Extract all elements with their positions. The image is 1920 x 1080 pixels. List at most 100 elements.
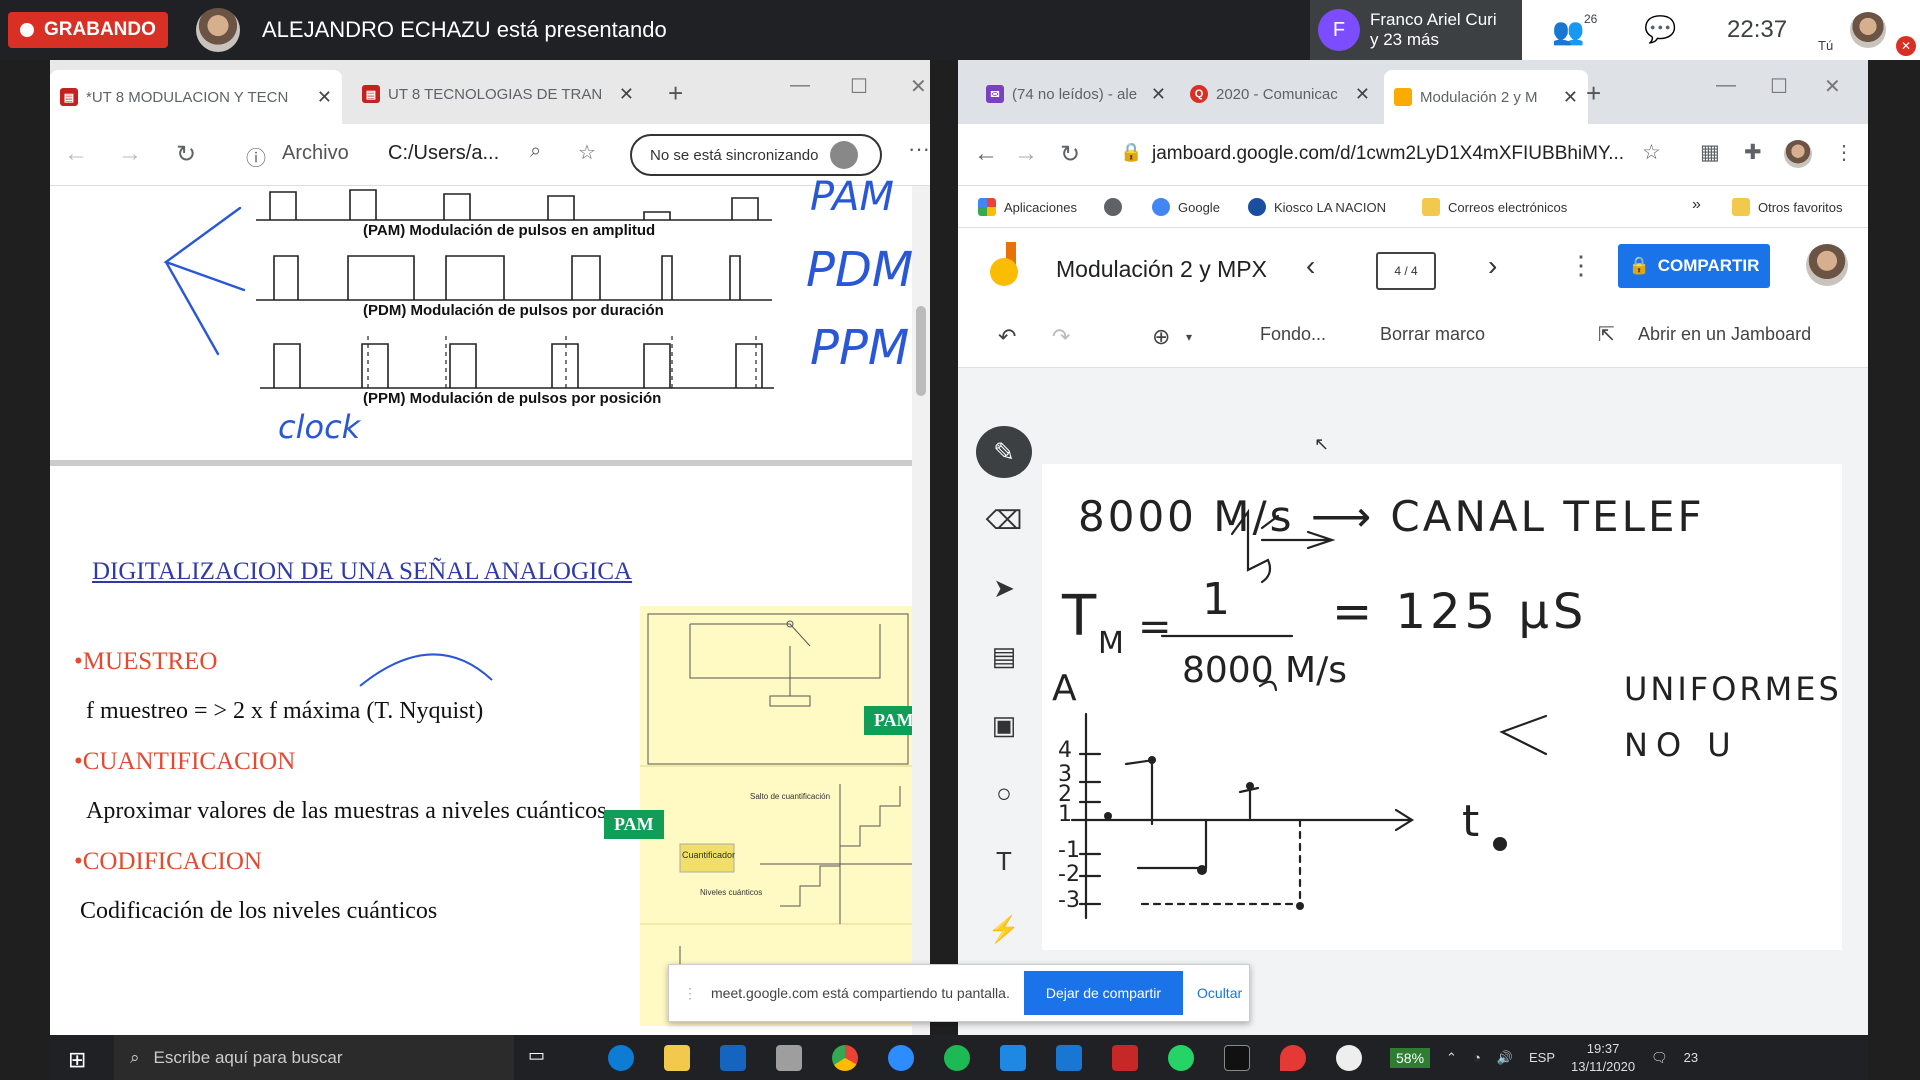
bookmark-otros[interactable]: Otros favoritos (1732, 198, 1843, 216)
close-icon[interactable]: ✕ (317, 87, 332, 108)
terminal-app-icon[interactable] (1224, 1045, 1250, 1071)
chrome-app-icon[interactable] (832, 1045, 858, 1071)
participant-chip[interactable]: F Franco Ariel Curi y 23 más (1310, 0, 1522, 60)
sticky-note-tool-icon[interactable]: ▤ (976, 631, 1032, 683)
task-view-icon[interactable]: ▭ (528, 1045, 554, 1071)
lang-indicator[interactable]: ESP (1529, 1050, 1555, 1065)
bookmark-apps[interactable]: Aplicaciones (978, 198, 1077, 216)
close-icon[interactable]: ✕ (619, 84, 634, 105)
edge-tab-ut8-tecnologias[interactable]: ▤ UT 8 TECNOLOGIAS DE TRAN ✕ (352, 74, 644, 114)
self-avatar[interactable] (1850, 12, 1886, 48)
network-icon[interactable]: ◔ (1473, 1050, 1481, 1065)
star-icon[interactable]: ☆ (1642, 140, 1661, 165)
new-tab-icon[interactable]: + (1586, 78, 1601, 109)
refresh-icon[interactable]: ↻ (176, 140, 196, 169)
chevron-up-icon[interactable]: ⌃ (1446, 1050, 1457, 1066)
file-explorer-icon[interactable] (664, 1045, 690, 1071)
more-icon[interactable]: ··· (908, 136, 930, 162)
laser-tool-icon[interactable]: ⚡ (976, 904, 1032, 956)
bookmark-kiosco[interactable]: Kiosco LA NACION (1248, 198, 1386, 216)
back-icon[interactable]: ← (974, 140, 998, 168)
select-tool-icon[interactable]: ➤ (976, 563, 1032, 615)
undo-icon[interactable]: ↶ (998, 324, 1016, 350)
edge-tab-ut8-modulacion[interactable]: ▤ *UT 8 MODULACION Y TECN ✕ (50, 70, 342, 124)
stop-sharing-button[interactable]: Dejar de compartir (1023, 971, 1184, 1015)
jam-title[interactable]: Modulación 2 y MPX (1056, 256, 1267, 283)
minimize-icon[interactable]: — (1716, 74, 1736, 97)
chrome-tab-jamboard[interactable]: Modulación 2 y M ✕ (1384, 70, 1588, 124)
forward-icon[interactable]: → (118, 140, 142, 168)
scrollbar[interactable] (912, 186, 930, 1035)
app-icon[interactable] (776, 1045, 802, 1071)
whatsapp-app-icon[interactable] (1168, 1045, 1194, 1071)
frame-indicator[interactable]: 4 / 4 (1376, 252, 1436, 290)
drag-handle-icon[interactable]: ⋮ (683, 985, 697, 1002)
redo-icon[interactable]: ↷ (1052, 324, 1070, 350)
extensions-icon[interactable]: ✚ (1744, 140, 1762, 165)
mail-app-icon[interactable] (1056, 1045, 1082, 1071)
taskbar-search-box[interactable]: ⌕ Escribe aquí para buscar (114, 1035, 514, 1080)
refresh-icon[interactable]: ↻ (1060, 140, 1080, 169)
bookmark-google[interactable]: Google (1152, 198, 1220, 216)
share-button[interactable]: 🔒 COMPARTIR (1618, 244, 1770, 288)
more-vert-icon[interactable]: ⋮ (1568, 250, 1594, 281)
maximize-icon[interactable]: ☐ (1770, 74, 1788, 99)
star-icon[interactable]: ☆ (578, 140, 596, 165)
battery-indicator[interactable]: 58% (1390, 1047, 1431, 1068)
jamboard-frame[interactable]: 8000 M/s ⟶ CANAL TELEF T M = 1 8000 M/s … (1042, 464, 1842, 950)
minimize-icon[interactable]: — (790, 74, 810, 97)
info-icon[interactable]: ⓘ (246, 142, 266, 171)
prev-frame-icon[interactable]: ‹ (1306, 250, 1315, 282)
edge-app-icon[interactable] (608, 1045, 634, 1071)
chrome-tab-comunicaciones[interactable]: Q 2020 - Comunicac ✕ (1180, 74, 1380, 114)
bookmark-correos[interactable]: Correos electrónicos (1422, 198, 1567, 216)
maximize-icon[interactable]: ☐ (850, 74, 868, 99)
eraser-tool-icon[interactable]: ⌫ (976, 494, 1032, 546)
next-frame-icon[interactable]: › (1488, 250, 1497, 282)
user-avatar[interactable] (1806, 244, 1848, 286)
windows-start-icon[interactable]: ⊞ (68, 1047, 86, 1073)
hide-button[interactable]: Ocultar (1197, 985, 1242, 1001)
outlook-app-icon[interactable] (720, 1045, 746, 1071)
image-tool-icon[interactable]: ▣ (976, 699, 1032, 751)
drop-app-icon[interactable] (1280, 1045, 1306, 1071)
profile-avatar[interactable] (1784, 140, 1812, 168)
zoom-dropdown-icon[interactable]: ▾ (1186, 330, 1192, 344)
people-icon[interactable]: 👥 (1552, 16, 1584, 47)
zoom-icon[interactable]: ⌕ (530, 140, 541, 163)
filezilla-app-icon[interactable] (1112, 1045, 1138, 1071)
zoom-app-icon[interactable] (888, 1045, 914, 1071)
chevron-more-icon[interactable]: » (1692, 196, 1701, 214)
more-vert-icon[interactable]: ⋮ (1834, 140, 1854, 165)
chat-icon[interactable]: 💬 (1644, 14, 1676, 45)
url-bar[interactable]: jamboard.google.com/d/1cwm2LyD1X4mXFIUBB… (1152, 143, 1624, 165)
scrollbar-thumb[interactable] (916, 306, 926, 396)
forward-icon[interactable]: → (1014, 140, 1038, 168)
new-tab-icon[interactable]: + (668, 78, 683, 109)
sync-status-button[interactable]: No se está sincronizando (630, 134, 882, 176)
l-app-icon[interactable] (1000, 1045, 1026, 1071)
spotify-app-icon[interactable] (944, 1045, 970, 1071)
taskbar-clock[interactable]: 19:37 13/11/2020 (1571, 1040, 1635, 1076)
close-icon[interactable]: ✕ (1151, 84, 1166, 105)
textbox-tool-icon[interactable]: T (976, 836, 1032, 888)
lock-icon[interactable]: 🔒 (1120, 142, 1142, 163)
close-icon[interactable]: ✕ (1563, 87, 1578, 108)
close-window-icon[interactable]: ✕ (1824, 74, 1841, 99)
pen-tool-icon[interactable]: ✎ (976, 426, 1032, 479)
volume-icon[interactable]: 🔊 (1497, 1050, 1513, 1066)
close-window-icon[interactable]: ✕ (910, 74, 927, 99)
abrir-jamboard-button[interactable]: Abrir en un Jamboard (1638, 324, 1811, 345)
borrar-marco-button[interactable]: Borrar marco (1380, 324, 1485, 345)
chrome-tab-gmail[interactable]: ✉ (74 no leídos) - ale ✕ (976, 74, 1176, 114)
zoom-icon[interactable]: ⊕ (1152, 324, 1170, 350)
bookmark-web[interactable] (1104, 198, 1122, 216)
grid-icon[interactable]: ▦ (1700, 140, 1720, 165)
back-icon[interactable]: ← (64, 140, 88, 168)
fondo-button[interactable]: Fondo... (1260, 324, 1326, 345)
shape-tool-icon[interactable]: ○ (976, 767, 1032, 819)
jamboard-app-icon[interactable] (1336, 1045, 1362, 1071)
address-bar[interactable]: C:/Users/a... (388, 142, 499, 165)
close-icon[interactable]: ✕ (1355, 84, 1370, 105)
notifications-icon[interactable]: 🗨 (1651, 1050, 1668, 1066)
